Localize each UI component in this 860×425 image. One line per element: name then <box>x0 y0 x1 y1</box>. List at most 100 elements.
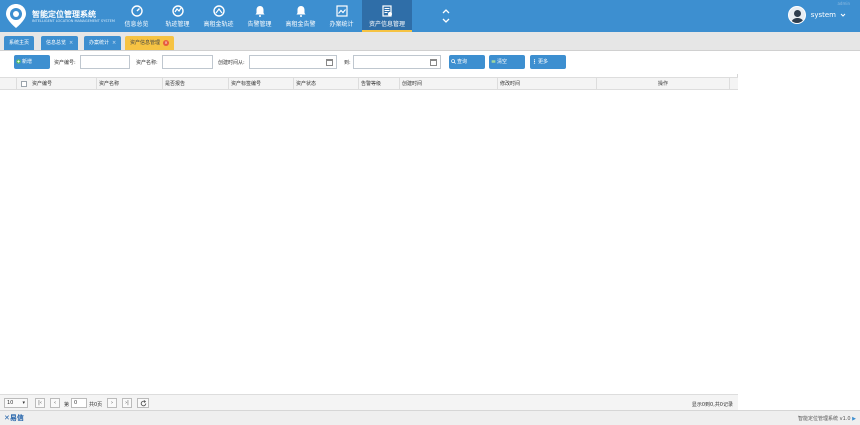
footer-logo: ✕易信 <box>4 413 24 423</box>
tab-label: 办案统计 <box>89 40 110 46</box>
asset-no-label: 资产编号: <box>54 60 76 66</box>
asset-name-label: 资产名称: <box>136 60 158 66</box>
location-pin-logo-icon <box>6 4 26 28</box>
created-to-input[interactable] <box>353 55 441 69</box>
side-panel <box>739 51 860 410</box>
clear-button[interactable]: 清空 <box>489 55 525 69</box>
nav-item-overview[interactable]: 信息总览 <box>116 0 157 32</box>
refresh-button[interactable] <box>137 398 149 408</box>
page-number-input[interactable]: 0 <box>71 398 87 408</box>
asset-name-input[interactable] <box>162 55 213 69</box>
chevron-down-icon <box>840 13 846 17</box>
column-header[interactable]: 是否报告 <box>163 78 229 90</box>
close-icon[interactable]: × <box>163 39 170 46</box>
nav-label: 信息总览 <box>124 21 149 28</box>
chart-icon <box>335 5 348 17</box>
created-from-label: 创建时间从: <box>218 60 245 66</box>
search-button[interactable]: 查询 <box>449 55 485 69</box>
last-page-button[interactable]: ›| <box>122 398 132 408</box>
column-header[interactable]: 资产标签编号 <box>229 78 294 90</box>
user-name: system <box>810 11 836 19</box>
last-page-icon: ›| <box>125 400 129 406</box>
caret-down-icon: ▾ <box>22 400 25 406</box>
footer-version-text: 智能定位管理系统 v1.0 <box>798 416 851 422</box>
footer: ✕易信 智能定位管理系统 v1.0 ▶ <box>0 410 860 425</box>
user-menu[interactable]: system <box>787 6 846 24</box>
asset-icon <box>382 5 392 17</box>
top-header: 智能定位管理系统 INTELLIGENT LOCATION MANAGEMENT… <box>0 0 860 32</box>
prev-page-icon: ‹ <box>54 400 56 406</box>
table-header: 资产编号 资产名称 是否报告 资产标签编号 资产状态 告警等级 创建时间 修改时… <box>0 77 738 90</box>
asset-no-input[interactable] <box>80 55 130 69</box>
record-summary: 显示0到0,共0记录 <box>691 402 733 408</box>
nav-label: 轨迹管理 <box>165 21 190 28</box>
column-header[interactable]: 资产名称 <box>97 78 163 90</box>
nav-collapse-toggle-icon[interactable] <box>440 6 452 26</box>
search-toolbar: 新增 资产编号: 资产名称: 创建时间从: 到: 查询 清空 更多 <box>0 51 738 74</box>
page-number-value: 0 <box>74 400 78 406</box>
nav-item-high-rent-alarm[interactable]: 高租金告警 <box>280 0 321 32</box>
clear-button-label: 清空 <box>497 59 508 65</box>
main-nav: 信息总览 轨迹管理 高租金轨迹 告警管理 高租金告警 办案统计 资产信息管理 <box>116 0 412 32</box>
calendar-icon[interactable] <box>430 59 437 66</box>
calendar-icon[interactable] <box>326 59 333 66</box>
tab-overview[interactable]: 信息总览 × <box>41 36 79 50</box>
close-icon[interactable]: × <box>69 40 73 46</box>
prev-page-button[interactable]: ‹ <box>50 398 60 408</box>
nav-item-case-stats[interactable]: 办案统计 <box>321 0 362 32</box>
created-from-input[interactable] <box>249 55 337 69</box>
tab-label: 资产信息管理 <box>130 40 161 46</box>
nav-item-track[interactable]: 轨迹管理 <box>157 0 198 32</box>
dashboard-icon <box>130 5 143 17</box>
column-header[interactable]: 告警等级 <box>359 78 400 90</box>
created-to-label: 到: <box>344 60 351 66</box>
route-icon <box>171 5 184 17</box>
plus-circle-icon <box>16 59 21 64</box>
bell-icon <box>255 6 264 17</box>
first-page-button[interactable]: |‹ <box>35 398 45 408</box>
next-page-button[interactable]: › <box>107 398 117 408</box>
nav-item-high-rent-track[interactable]: 高租金轨迹 <box>198 0 239 32</box>
column-header[interactable]: 操作 <box>597 78 730 90</box>
footer-version: 智能定位管理系统 v1.0 ▶ <box>798 415 856 422</box>
route-alt-icon <box>212 5 225 17</box>
avatar <box>787 6 806 24</box>
next-page-icon: › <box>111 400 113 406</box>
footer-logo-text: 易信 <box>9 414 24 422</box>
search-icon <box>451 59 456 64</box>
more-button-label: 更多 <box>538 59 549 65</box>
nav-item-asset-info[interactable]: 资产信息管理 <box>362 0 412 32</box>
more-button[interactable]: 更多 <box>530 55 566 69</box>
tab-asset-info[interactable]: 资产信息管理 × <box>125 36 175 50</box>
tab-label: 系统主页 <box>9 40 30 46</box>
pagination-bar: 10 ▾ |‹ ‹ 第 0 共0页 › ›| 显示0到0,共0记录 <box>0 394 738 410</box>
nav-label: 资产信息管理 <box>368 21 405 28</box>
refresh-icon <box>140 399 146 406</box>
close-icon[interactable]: × <box>112 40 116 46</box>
tab-case-stats[interactable]: 办案统计 × <box>84 36 122 50</box>
column-header[interactable]: 资产编号 <box>30 78 97 90</box>
bell-alt-icon <box>296 6 305 17</box>
row-number-header <box>0 78 17 90</box>
tab-label: 信息总览 <box>46 40 67 46</box>
column-header[interactable]: 资产状态 <box>294 78 359 90</box>
tab-home[interactable]: 系统主页 <box>4 36 35 50</box>
nav-label: 办案统计 <box>329 21 354 28</box>
page-total: 共0页 <box>89 402 103 408</box>
search-button-label: 查询 <box>457 59 468 65</box>
more-vertical-icon <box>533 59 536 64</box>
nav-label: 告警管理 <box>247 21 272 28</box>
nav-label: 高租金告警 <box>285 21 316 28</box>
nav-item-alarm[interactable]: 告警管理 <box>239 0 280 32</box>
page-prefix: 第 <box>64 402 70 408</box>
page-size-value: 10 <box>7 400 14 406</box>
new-button[interactable]: 新增 <box>14 55 50 69</box>
column-header[interactable]: 创建时间 <box>400 78 498 90</box>
table-body <box>0 90 738 394</box>
page-size-select[interactable]: 10 ▾ <box>4 398 28 408</box>
select-all-checkbox[interactable] <box>21 81 27 87</box>
eraser-icon <box>491 60 496 63</box>
column-header[interactable]: 修改时间 <box>498 78 597 90</box>
nav-label: 高租金轨迹 <box>203 21 234 28</box>
caret-right-icon[interactable]: ▶ <box>852 416 856 422</box>
